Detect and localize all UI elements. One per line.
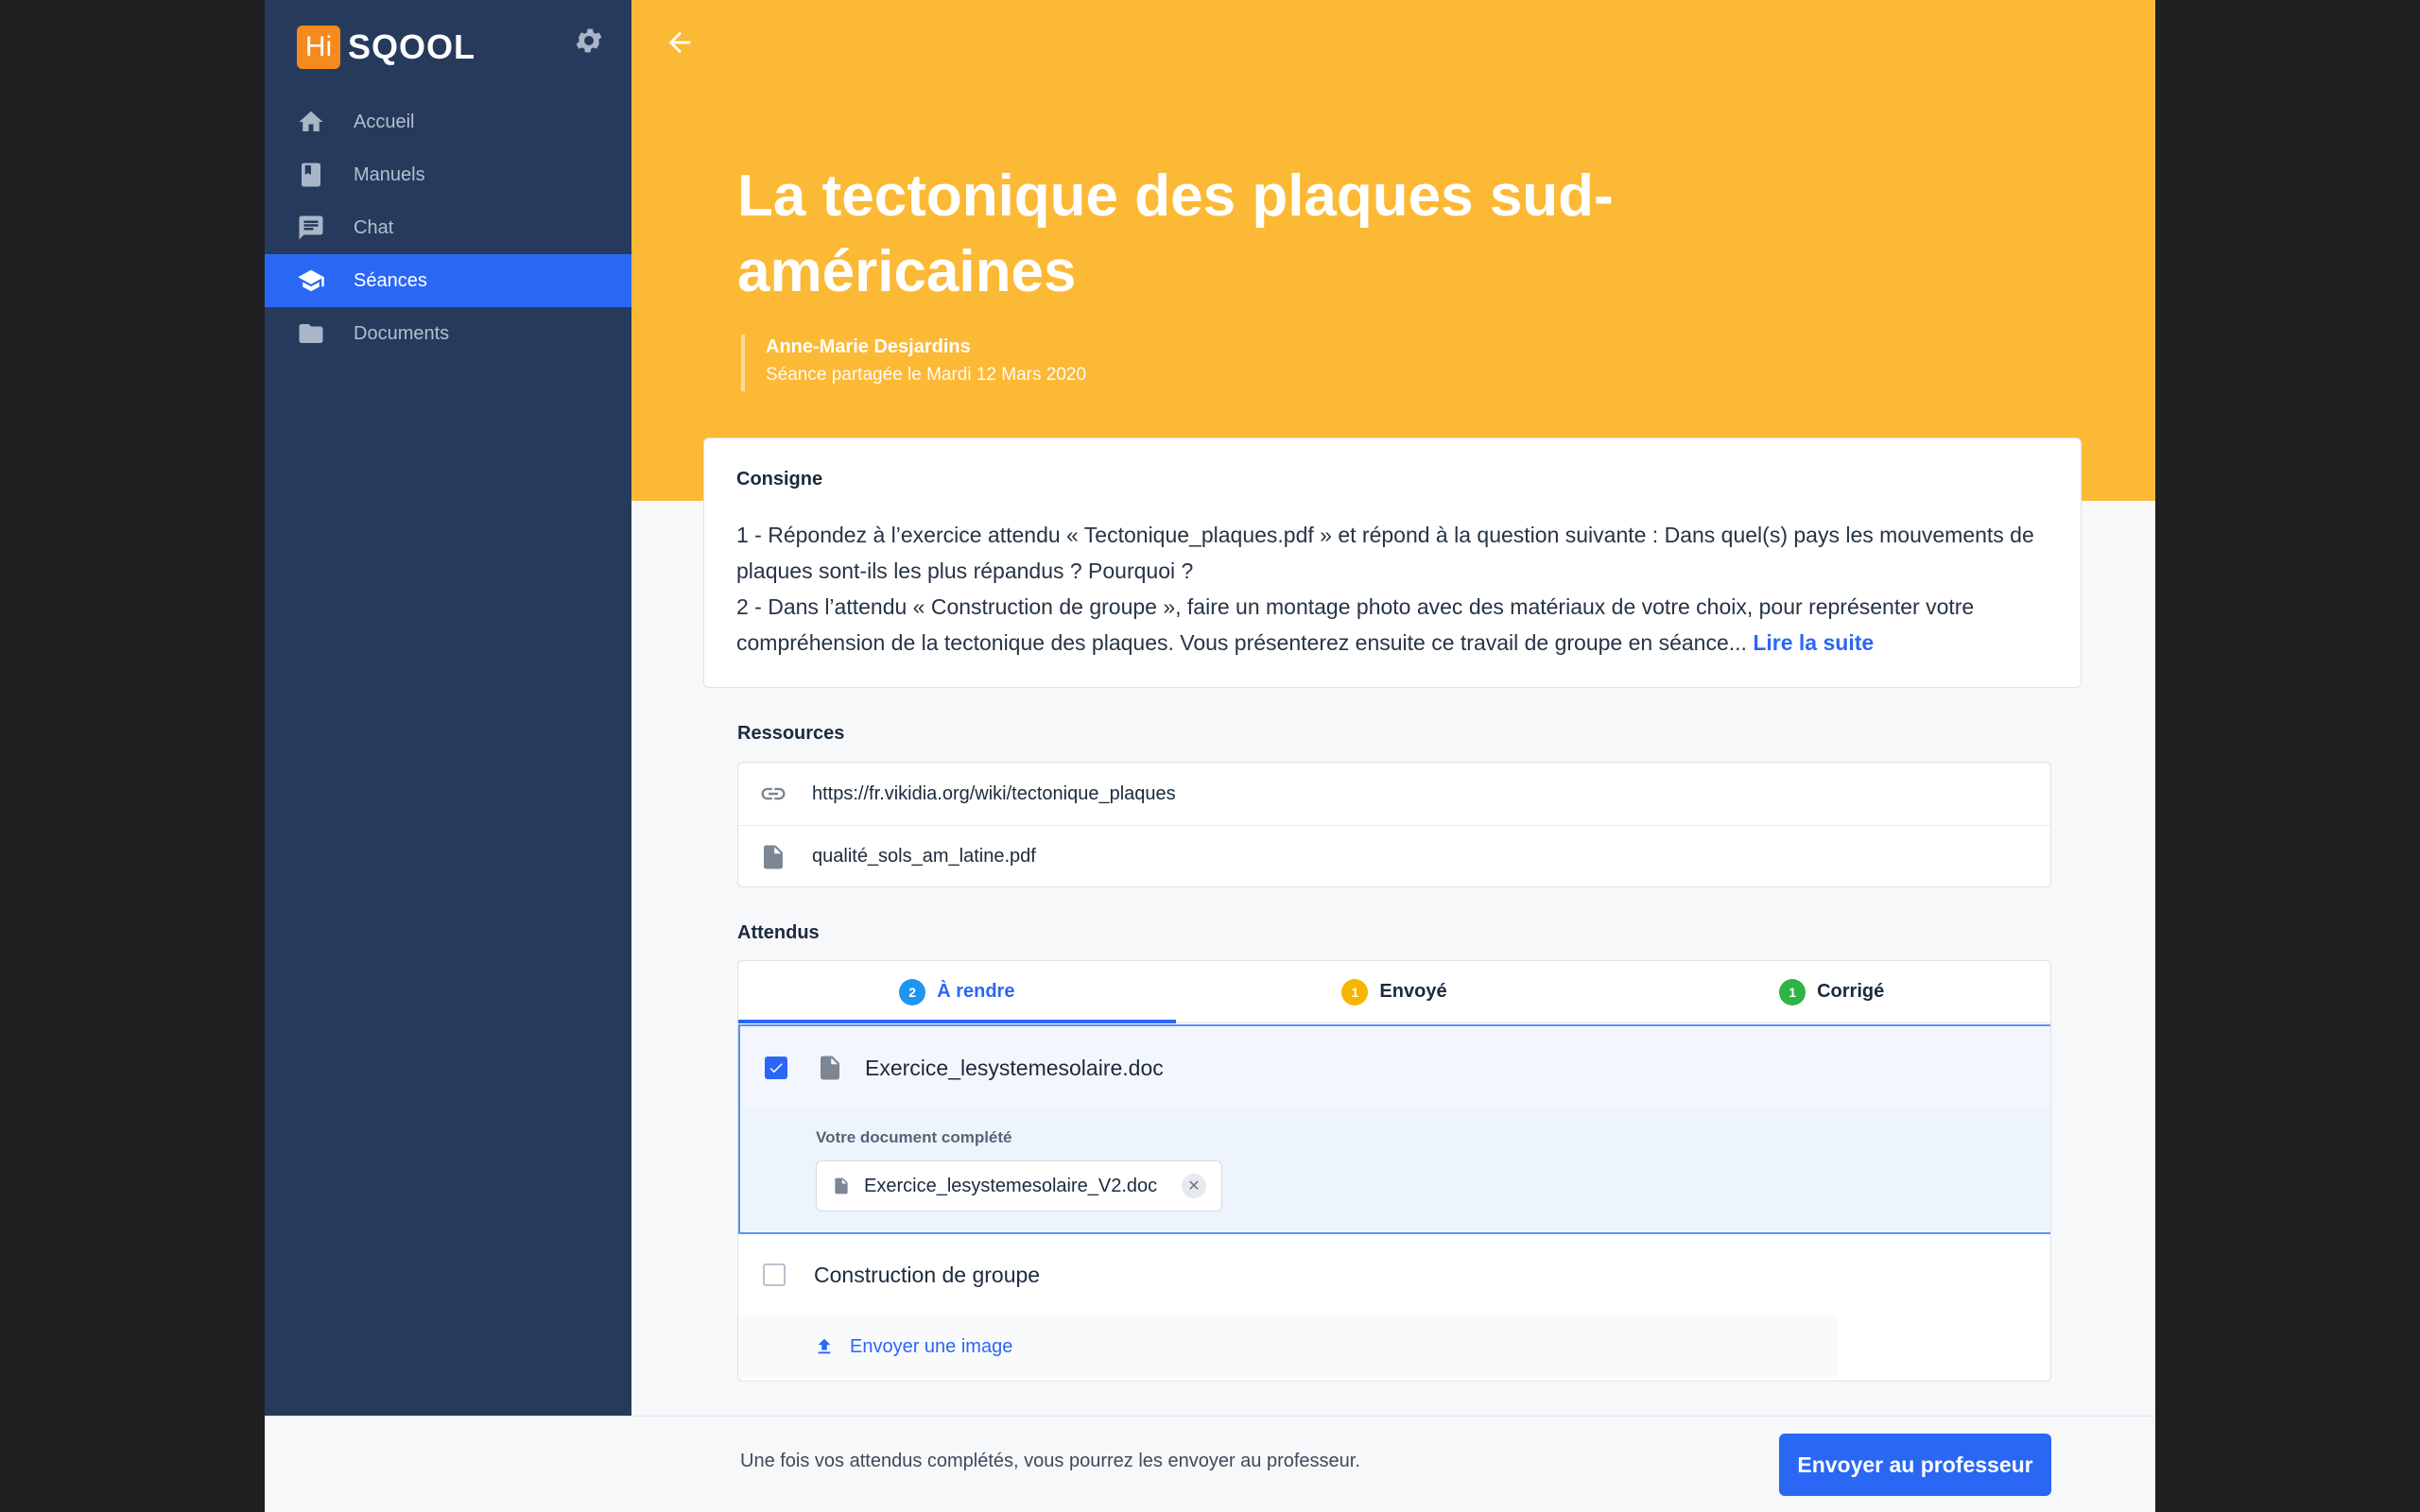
session-header: La tectonique des plaques sud-américaine… <box>631 0 2155 501</box>
sidebar-item-label: Documents <box>354 322 450 344</box>
attendu-checkbox[interactable] <box>763 1263 786 1286</box>
consigne-card: Consigne 1 - Répondez à l’exercice atten… <box>703 438 2082 688</box>
graduation-cap-icon <box>298 269 324 292</box>
check-icon <box>769 1063 783 1074</box>
tab-label: Corrigé <box>1817 981 1885 1002</box>
file-icon <box>821 1056 839 1080</box>
gear-icon[interactable] <box>573 25 605 57</box>
link-icon <box>761 787 786 800</box>
tab-envoye[interactable]: 1 Envoyé <box>1176 961 1614 1022</box>
sidebar-item-label: Séances <box>354 269 427 291</box>
consigne-label: Consigne <box>736 469 823 490</box>
count-badge: 1 <box>1341 978 1369 1005</box>
sidebar-item-label: Manuels <box>354 163 425 185</box>
logo-hi-badge: Hi <box>297 26 340 69</box>
book-icon <box>302 163 320 187</box>
sidebar-item-documents[interactable]: Documents <box>265 307 631 360</box>
resource-label: https://fr.vikidia.org/wiki/tectonique_p… <box>812 782 1176 804</box>
shared-date: Séance partagée le Mardi 12 Mars 2020 <box>766 365 1087 385</box>
attendu-checkbox[interactable] <box>765 1057 787 1079</box>
logo-text: SQOOL <box>348 27 476 66</box>
sidebar-item-label: Accueil <box>354 111 415 132</box>
attendus-panel: 2 À rendre 1 Envoyé 1 Corrigé Exercice_l… <box>737 960 2051 1382</box>
attendu-item-construction: Construction de groupe Envoyer une image <box>738 1234 2050 1378</box>
attendu-item-header: Exercice_lesystemesolaire.doc <box>740 1026 2050 1109</box>
main-content: La tectonique des plaques sud-américaine… <box>631 0 2155 1416</box>
attendus-label: Attendus <box>737 922 820 943</box>
resource-item-file[interactable]: qualité_sols_am_latine.pdf <box>738 825 2050 887</box>
author-name: Anne-Marie Desjardins <box>766 336 971 357</box>
app-window: Hi SQOOL Accueil Manuels Chat Séances Do… <box>265 0 2155 1512</box>
sidebar-item-seances[interactable]: Séances <box>265 254 631 307</box>
file-icon <box>835 1177 848 1194</box>
consigne-line-1: 1 - Répondez à l’exercice attendu « Tect… <box>736 523 2034 583</box>
completed-doc-label: Votre document complété <box>816 1128 1012 1146</box>
attendu-name: Construction de groupe <box>814 1262 1041 1287</box>
attached-file-name: Exercice_lesystemesolaire_V2.doc <box>864 1175 1158 1196</box>
upload-icon <box>818 1338 831 1354</box>
bottom-action-bar: Une fois vos attendus complétés, vous po… <box>265 1416 2155 1512</box>
consigne-line-2: 2 - Dans l’attendu « Construction de gro… <box>736 589 2048 661</box>
attendus-tabs: 2 À rendre 1 Envoyé 1 Corrigé <box>738 961 2050 1023</box>
attendu-name: Exercice_lesystemesolaire.doc <box>865 1055 1164 1080</box>
sidebar-item-accueil[interactable]: Accueil <box>265 95 631 148</box>
upload-label: Envoyer une image <box>850 1335 1013 1357</box>
count-badge: 2 <box>899 978 926 1005</box>
send-to-teacher-button[interactable]: Envoyer au professeur <box>1779 1434 2051 1496</box>
count-badge: 1 <box>1779 978 1806 1005</box>
tab-label: Envoyé <box>1379 981 1447 1002</box>
ressources-list: https://fr.vikidia.org/wiki/tectonique_p… <box>737 762 2051 887</box>
session-meta: Anne-Marie Desjardins Séance partagée le… <box>741 335 1086 391</box>
read-more-link[interactable]: Lire la suite <box>1753 630 1874 655</box>
logo[interactable]: Hi SQOOL <box>297 21 475 74</box>
attendu-item-exercice: Exercice_lesystemesolaire.doc Votre docu… <box>738 1024 2050 1234</box>
ressources-label: Ressources <box>737 723 845 744</box>
resource-item-link[interactable]: https://fr.vikidia.org/wiki/tectonique_p… <box>738 763 2050 825</box>
file-icon <box>764 845 783 868</box>
attached-file-chip[interactable]: Exercice_lesystemesolaire_V2.doc ✕ <box>816 1160 1222 1211</box>
remove-file-icon[interactable]: ✕ <box>1182 1174 1206 1198</box>
home-icon <box>299 111 323 131</box>
tab-corrige[interactable]: 1 Corrigé <box>1613 961 2050 1022</box>
folder-icon <box>299 324 323 343</box>
sidebar-nav: Accueil Manuels Chat Séances Documents <box>265 95 631 360</box>
page-title: La tectonique des plaques sud-américaine… <box>737 163 1614 304</box>
tab-label: À rendre <box>937 981 1015 1002</box>
upload-image-button[interactable]: Envoyer une image <box>738 1315 1838 1378</box>
tab-a-rendre[interactable]: 2 À rendre <box>738 961 1176 1023</box>
resource-label: qualité_sols_am_latine.pdf <box>812 846 1036 867</box>
sidebar: Hi SQOOL Accueil Manuels Chat Séances Do… <box>265 0 631 1416</box>
back-arrow-icon[interactable] <box>664 26 696 59</box>
footer-info-text: Une fois vos attendus complétés, vous po… <box>740 1451 1360 1471</box>
sidebar-item-chat[interactable]: Chat <box>265 201 631 254</box>
attendu-item-header: Construction de groupe <box>738 1234 2050 1315</box>
sidebar-item-label: Chat <box>354 216 394 238</box>
chat-icon <box>299 215 323 240</box>
sidebar-item-manuels[interactable]: Manuels <box>265 148 631 201</box>
consigne-text: 1 - Répondez à l’exercice attendu « Tect… <box>736 517 2048 661</box>
